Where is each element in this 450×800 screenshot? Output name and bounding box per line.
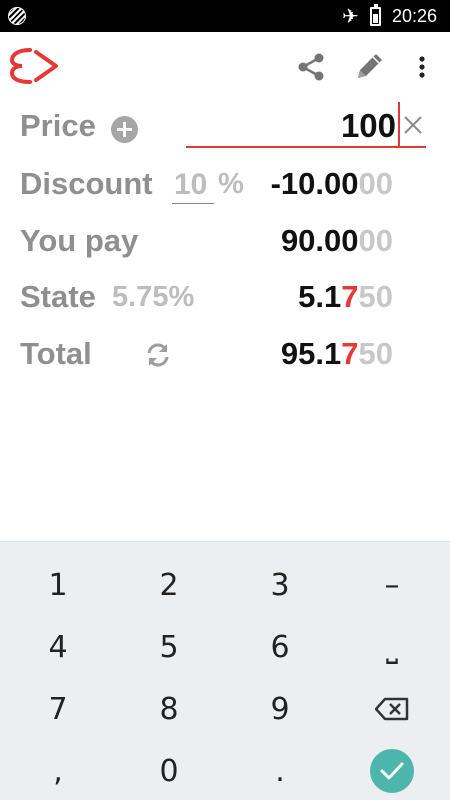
text-cursor (398, 102, 400, 146)
pencil-icon[interactable] (352, 48, 388, 84)
more-vert-icon[interactable] (410, 50, 434, 84)
refresh-icon[interactable] (143, 340, 173, 370)
key-space[interactable]: ⎵ (336, 616, 448, 678)
state-tax-amount-a: 5.1 (298, 279, 342, 314)
key-backspace[interactable] (336, 678, 448, 740)
notification-icon (8, 7, 26, 25)
state-tax-amount-c: 50 (358, 279, 393, 314)
key-1[interactable]: 1 (2, 554, 114, 616)
key-minus[interactable]: – (336, 554, 448, 616)
total-amount-b: 7 (341, 336, 359, 371)
done-circle[interactable] (370, 749, 414, 793)
key-7[interactable]: 7 (2, 678, 114, 740)
status-bar: ✈ 20:26 (0, 0, 450, 32)
discount-amount: -10.0000 (271, 166, 393, 202)
state-tax-amount-b: 7 (341, 279, 359, 314)
key-9[interactable]: 9 (224, 678, 336, 740)
check-icon (380, 762, 404, 780)
discount-percent-input[interactable]: 10 (172, 166, 214, 204)
you-pay-amount: 90.0000 (281, 223, 393, 259)
backspace-icon (375, 697, 409, 721)
discount-percent-value[interactable]: 10 (174, 168, 207, 202)
key-6[interactable]: 6 (224, 616, 336, 678)
share-icon[interactable] (294, 50, 328, 84)
key-0[interactable]: 0 (113, 740, 225, 800)
price-value[interactable]: 100 (341, 107, 396, 145)
key-5[interactable]: 5 (113, 616, 225, 678)
you-pay-amount-extra: 00 (358, 223, 393, 258)
numeric-keypad: 1 2 3 – 4 5 6 ⎵ 7 8 9 , 0 . (0, 541, 450, 800)
discount-label: Discount (20, 166, 153, 201)
airplane-mode-icon: ✈ (342, 4, 359, 28)
app-bar (0, 32, 450, 102)
app-logo (9, 48, 58, 84)
price-input[interactable]: 100 (186, 100, 426, 148)
key-4[interactable]: 4 (2, 616, 114, 678)
total-label: Total (20, 336, 92, 371)
key-3[interactable]: 3 (224, 554, 336, 616)
state-tax-rate[interactable]: 5.75% (112, 281, 194, 314)
state-tax-amount: 5.1750 (298, 279, 393, 315)
total-amount-a: 95.1 (280, 336, 342, 371)
you-pay-label: You pay (20, 223, 139, 258)
total-amount: 95.1750 (281, 336, 393, 372)
total-amount-c: 50 (358, 336, 393, 371)
discount-percent-sign: % (218, 168, 244, 200)
battery-icon (370, 4, 381, 26)
state-label: State (20, 279, 96, 314)
key-dot[interactable]: . (224, 740, 336, 800)
price-label: Price (20, 108, 96, 143)
key-2[interactable]: 2 (113, 554, 225, 616)
you-pay-amount-main: 90.00 (280, 223, 359, 258)
plus-icon[interactable] (111, 116, 138, 143)
discount-amount-extra: 00 (358, 166, 393, 201)
key-8[interactable]: 8 (113, 678, 225, 740)
discount-amount-main: -10.00 (270, 166, 359, 201)
key-comma[interactable]: , (2, 740, 114, 800)
done-button[interactable] (336, 740, 448, 800)
status-time: 20:26 (392, 6, 438, 26)
close-icon[interactable] (402, 114, 424, 136)
